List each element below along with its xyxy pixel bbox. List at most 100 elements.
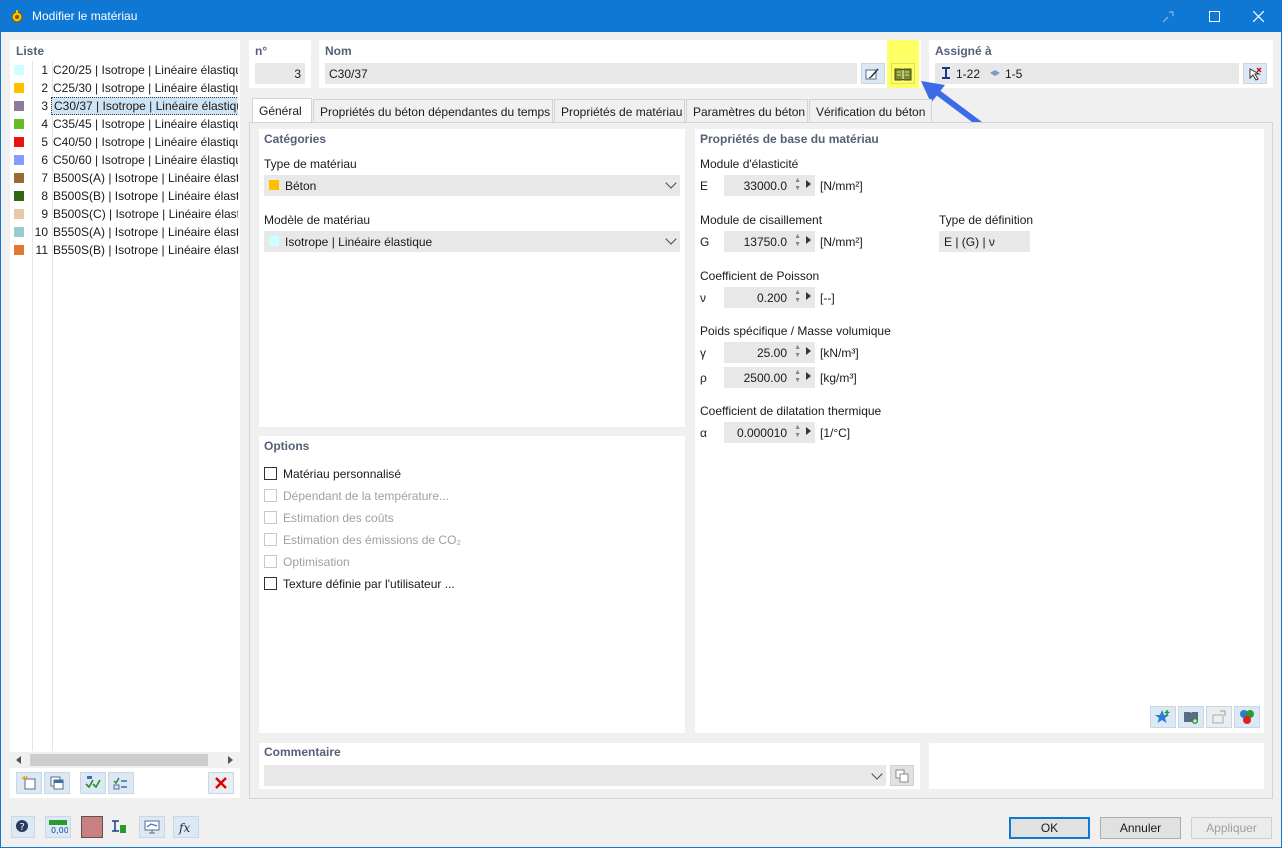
tab-3[interactable]: Paramètres du béton xyxy=(686,99,808,122)
add-favorite-button[interactable] xyxy=(1150,706,1176,728)
list-item[interactable]: 11 B550S(B) | Isotrope | Linéaire élastiq… xyxy=(10,241,238,259)
close-button[interactable] xyxy=(1235,1,1281,32)
gamma-input[interactable]: 25.00 ▲ ▼ xyxy=(724,342,815,363)
gamma-symbol: γ xyxy=(700,346,706,360)
option-checkbox[interactable] xyxy=(264,555,277,568)
arrow-right-icon[interactable] xyxy=(806,372,811,380)
settings-icon[interactable] xyxy=(1145,1,1191,32)
number-panel: n° 3 xyxy=(249,40,311,88)
copy-material-button[interactable] xyxy=(44,772,70,794)
option-label: Optimisation xyxy=(283,555,350,569)
option-checkbox[interactable] xyxy=(264,467,277,480)
formula-button[interactable]: fx xyxy=(173,816,199,838)
nu-input[interactable]: 0.200 ▲ ▼ xyxy=(724,287,815,308)
tab-2[interactable]: Propriétés de matériau xyxy=(554,99,685,122)
list-item-name: B550S(B) | Isotrope | Linéaire élastique xyxy=(53,243,238,257)
list-item[interactable]: 5 C40/50 | Isotrope | Linéaire élastique xyxy=(10,133,238,151)
list-item[interactable]: 8 B500S(B) | Isotrope | Linéaire élastiqu… xyxy=(10,187,238,205)
units-button[interactable]: 0,00 xyxy=(45,816,71,838)
display-settings-button[interactable] xyxy=(107,816,131,838)
spin-updown-icon[interactable]: ▲ ▼ xyxy=(794,369,801,385)
view-button[interactable] xyxy=(139,816,165,838)
arrow-right-icon[interactable] xyxy=(806,180,811,188)
comment-field[interactable] xyxy=(264,765,886,786)
material-model-select[interactable]: Isotrope | Linéaire élastique xyxy=(264,231,680,252)
scroll-right-icon[interactable] xyxy=(228,756,233,764)
number-field[interactable]: 3 xyxy=(255,63,305,84)
info-button[interactable] xyxy=(1234,706,1260,728)
name-field[interactable]: C30/37 xyxy=(325,63,857,84)
list-item[interactable]: 4 C35/45 | Isotrope | Linéaire élastique xyxy=(10,115,238,133)
apply-button[interactable]: Appliquer xyxy=(1191,817,1272,839)
tab-1[interactable]: Propriétés du béton dépendantes du temps xyxy=(313,99,553,122)
definition-type-field[interactable]: E | (G) | ν xyxy=(939,231,1030,252)
arrow-right-icon[interactable] xyxy=(806,347,811,355)
chevron-down-icon xyxy=(665,177,677,189)
spin-updown-icon[interactable]: ▲ ▼ xyxy=(794,289,801,305)
list-item[interactable]: 2 C25/30 | Isotrope | Linéaire élastique xyxy=(10,79,238,97)
list-item[interactable]: 6 C50/60 | Isotrope | Linéaire élastique xyxy=(10,151,238,169)
list-item[interactable]: 9 B500S(C) | Isotrope | Linéaire élastiqu… xyxy=(10,205,238,223)
alpha-value: 0.000010 xyxy=(736,426,787,440)
option-checkbox[interactable] xyxy=(264,511,277,524)
scroll-left-icon[interactable] xyxy=(16,756,21,764)
new-material-button[interactable] xyxy=(16,772,42,794)
list-item[interactable]: 1 C20/25 | Isotrope | Linéaire élastique xyxy=(10,61,238,79)
list-item[interactable]: 3 C30/37 | Isotrope | Linéaire élastique xyxy=(10,97,238,115)
G-unit: [N/mm²] xyxy=(820,235,863,249)
rho-input[interactable]: 2500.00 ▲ ▼ xyxy=(724,367,815,388)
alpha-symbol: α xyxy=(700,426,707,440)
export-button[interactable] xyxy=(1206,706,1232,728)
spin-updown-icon[interactable]: ▲ ▼ xyxy=(794,344,801,360)
options-title: Options xyxy=(264,439,310,453)
material-type-select[interactable]: Béton xyxy=(264,175,680,196)
spin-updown-icon[interactable]: ▲ ▼ xyxy=(794,233,801,249)
option-checkbox[interactable] xyxy=(264,533,277,546)
toggle-check-button[interactable] xyxy=(108,772,134,794)
option-checkbox[interactable] xyxy=(264,577,277,590)
nu-value: 0.200 xyxy=(756,291,787,305)
material-list[interactable]: 1 C20/25 | Isotrope | Linéaire élastique 2… xyxy=(10,61,240,281)
scroll-thumb[interactable] xyxy=(30,754,208,766)
maximize-button[interactable] xyxy=(1191,1,1237,32)
help-button[interactable]: ? xyxy=(11,816,35,838)
tab-4[interactable]: Vérification du béton xyxy=(809,99,932,122)
E-symbol: E xyxy=(700,179,709,193)
color-swatch xyxy=(14,119,24,129)
name-value: C30/37 xyxy=(329,67,368,81)
color-swatch xyxy=(14,137,24,147)
list-item[interactable]: 10 B550S(A) | Isotrope | Linéaire élastiq… xyxy=(10,223,238,241)
material-type-swatch xyxy=(269,180,279,190)
alpha-input[interactable]: 0.000010 ▲ ▼ xyxy=(724,422,815,443)
check-all-button[interactable] xyxy=(80,772,106,794)
material-model-value: Isotrope | Linéaire élastique xyxy=(285,235,433,249)
chevron-down-icon[interactable] xyxy=(871,768,883,780)
arrow-right-icon[interactable] xyxy=(806,292,811,300)
ok-button[interactable]: OK xyxy=(1009,817,1090,839)
G-value: 13750.0 xyxy=(743,235,787,249)
list-item-number: 9 xyxy=(41,207,48,221)
cancel-button[interactable]: Annuler xyxy=(1100,817,1181,839)
list-item[interactable]: 7 B500S(A) | Isotrope | Linéaire élastiqu… xyxy=(10,169,238,187)
comment-copy-button[interactable] xyxy=(890,765,914,786)
arrow-right-icon[interactable] xyxy=(806,236,811,244)
spin-updown-icon[interactable]: ▲ ▼ xyxy=(794,424,801,440)
list-item-number: 11 xyxy=(35,243,48,257)
rho-value: 2500.00 xyxy=(743,371,787,385)
select-in-graphics-button[interactable] xyxy=(1243,63,1267,84)
option-checkbox[interactable] xyxy=(264,489,277,502)
edit-name-button[interactable] xyxy=(861,63,885,84)
E-value: 33000.0 xyxy=(743,179,787,193)
color-button[interactable] xyxy=(81,816,103,838)
delete-material-button[interactable] xyxy=(208,772,234,794)
tab-0[interactable]: Général xyxy=(252,98,312,123)
list-scrollbar[interactable] xyxy=(10,752,240,768)
arrow-right-icon[interactable] xyxy=(806,427,811,435)
shear-modulus-label: Module de cisaillement xyxy=(700,213,823,227)
properties-panel: Propriétés de base du matériau Module d'… xyxy=(695,129,1264,733)
G-input[interactable]: 13750.0 ▲ ▼ xyxy=(724,231,815,252)
E-input[interactable]: 33000.0 ▲ ▼ xyxy=(724,175,815,196)
option-label: Estimation des coûts xyxy=(283,511,394,525)
library-save-button[interactable] xyxy=(1178,706,1204,728)
spin-updown-icon[interactable]: ▲ ▼ xyxy=(794,177,801,193)
